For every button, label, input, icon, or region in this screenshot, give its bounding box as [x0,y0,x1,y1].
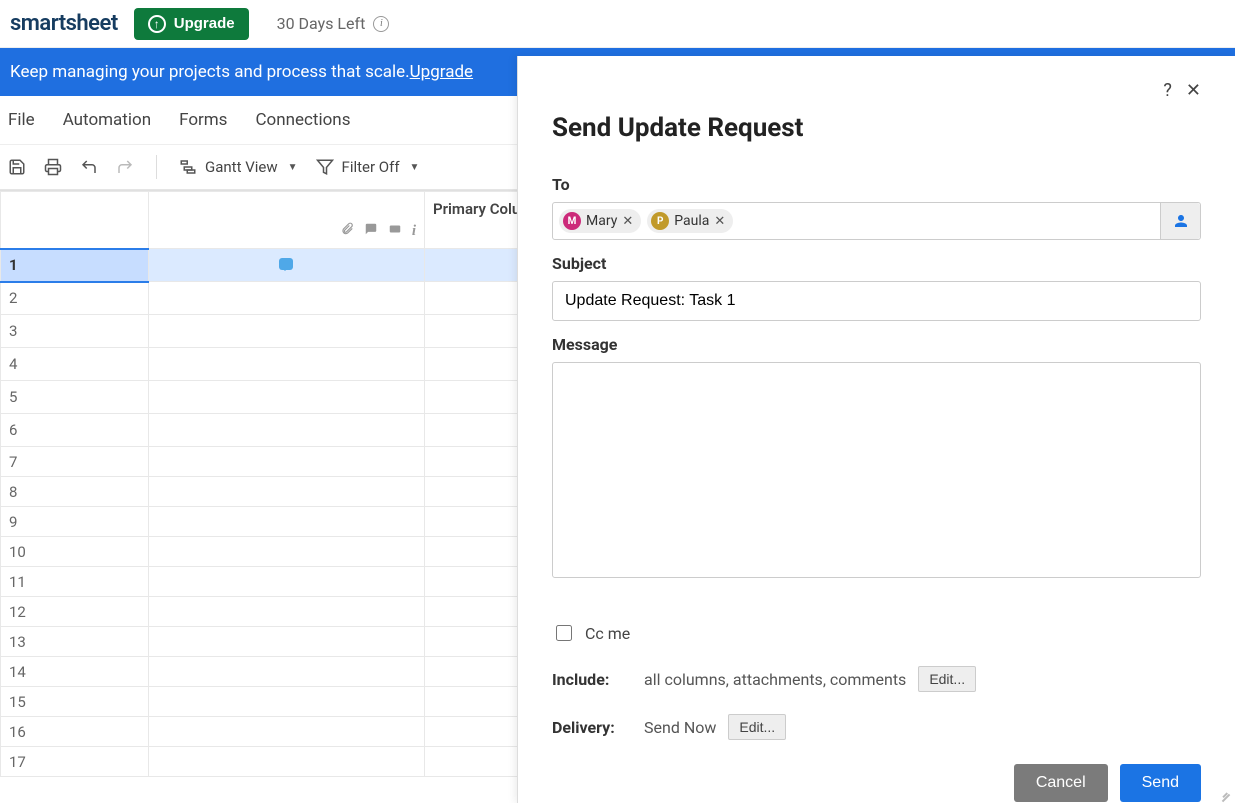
row-indicators [148,567,424,597]
menu-connections[interactable]: Connections [255,110,350,130]
top-bar: smartsheet ↑ Upgrade 30 Days Left i [0,0,1235,48]
delivery-value: Send Now [644,718,716,737]
row-number[interactable]: 5 [1,381,149,414]
message-textarea[interactable] [552,362,1201,578]
row-number[interactable]: 8 [1,477,149,507]
comment-icon[interactable] [279,258,293,270]
row-indicators [148,717,424,747]
cc-me-checkbox[interactable] [556,625,572,641]
avatar: M [563,212,581,230]
row-indicators [148,348,424,381]
close-icon[interactable]: ✕ [1186,80,1201,101]
filter-toggle[interactable]: Filter Off ▼ [316,158,420,176]
resize-handle[interactable] [1217,785,1231,799]
avatar: P [651,212,669,230]
menu-file[interactable]: File [8,110,35,130]
recipient-pill[interactable]: M Mary ✕ [559,209,641,233]
row-number[interactable]: 7 [1,447,149,477]
menu-automation[interactable]: Automation [63,110,151,130]
row-indicators [148,249,424,282]
row-indicators [148,627,424,657]
help-icon[interactable]: ? [1163,80,1172,101]
trial-days-left: 30 Days Left i [277,14,390,33]
redo-icon[interactable] [116,158,134,176]
rownum-header [1,192,149,249]
subject-input[interactable] [552,281,1201,321]
row-indicators [148,477,424,507]
row-number[interactable]: 12 [1,597,149,627]
cc-me-row[interactable]: Cc me [552,622,1201,644]
row-number[interactable]: 11 [1,567,149,597]
row-indicators [148,687,424,717]
row-number[interactable]: 9 [1,507,149,537]
cancel-button[interactable]: Cancel [1014,764,1108,802]
include-edit-button[interactable]: Edit... [918,666,976,692]
upgrade-button[interactable]: ↑ Upgrade [134,8,249,40]
row-indicators [148,597,424,627]
info-italic-icon[interactable]: i [412,223,416,240]
row-number[interactable]: 6 [1,414,149,447]
row-number[interactable]: 1 [1,249,149,282]
save-icon[interactable] [8,158,26,176]
chevron-down-icon: ▼ [288,162,298,173]
row-indicators [148,414,424,447]
include-row: Include: all columns, attachments, comme… [552,666,1201,692]
row-indicators [148,747,424,777]
row-number[interactable]: 4 [1,348,149,381]
undo-icon[interactable] [80,158,98,176]
row-number[interactable]: 13 [1,627,149,657]
upgrade-label: Upgrade [174,15,235,32]
row-number[interactable]: 16 [1,717,149,747]
delivery-row: Delivery: Send Now Edit... [552,714,1201,740]
banner-text: Keep managing your projects and process … [10,62,410,82]
remove-recipient-icon[interactable]: ✕ [622,214,633,229]
view-switcher[interactable]: Gantt View ▼ [179,158,298,176]
row-indicators [148,447,424,477]
row-number[interactable]: 14 [1,657,149,687]
remove-recipient-icon[interactable]: ✕ [714,214,725,229]
recipient-name: Mary [586,213,617,229]
recipient-pill[interactable]: P Paula ✕ [647,209,733,233]
message-label: Message [552,335,1201,354]
delivery-label: Delivery: [552,718,632,737]
recipient-name: Paula [674,213,709,229]
row-indicators [148,282,424,315]
cc-me-label: Cc me [585,624,630,643]
row-indicators [148,657,424,687]
subject-label: Subject [552,254,1201,273]
comment-icon[interactable] [364,222,378,240]
send-update-request-panel: ? ✕ Send Update Request To M Mary ✕ P Paula ✕… [517,56,1235,803]
attachment-icon[interactable] [340,222,354,240]
contact-picker-button[interactable] [1160,203,1200,239]
logo: smartsheet [10,11,118,36]
row-icons-header: i [148,192,424,249]
chevron-down-icon: ▼ [410,162,420,173]
row-number[interactable]: 17 [1,747,149,777]
row-indicators [148,537,424,567]
info-icon[interactable]: i [373,16,389,32]
row-number[interactable]: 2 [1,282,149,315]
print-icon[interactable] [44,158,62,176]
send-button[interactable]: Send [1120,764,1201,802]
modal-title: Send Update Request [552,113,1201,143]
row-indicators [148,315,424,348]
banner-upgrade-link[interactable]: Upgrade [410,62,473,82]
include-value: all columns, attachments, comments [644,670,906,689]
up-arrow-icon: ↑ [148,15,166,33]
divider [156,155,157,179]
row-number[interactable]: 15 [1,687,149,717]
row-number[interactable]: 3 [1,315,149,348]
menu-forms[interactable]: Forms [179,110,227,130]
include-label: Include: [552,670,632,689]
delivery-edit-button[interactable]: Edit... [728,714,786,740]
row-number[interactable]: 10 [1,537,149,567]
row-indicators [148,507,424,537]
proof-icon[interactable] [388,222,402,240]
to-input[interactable]: M Mary ✕ P Paula ✕ [552,202,1201,240]
to-label: To [552,175,1201,194]
row-indicators [148,381,424,414]
